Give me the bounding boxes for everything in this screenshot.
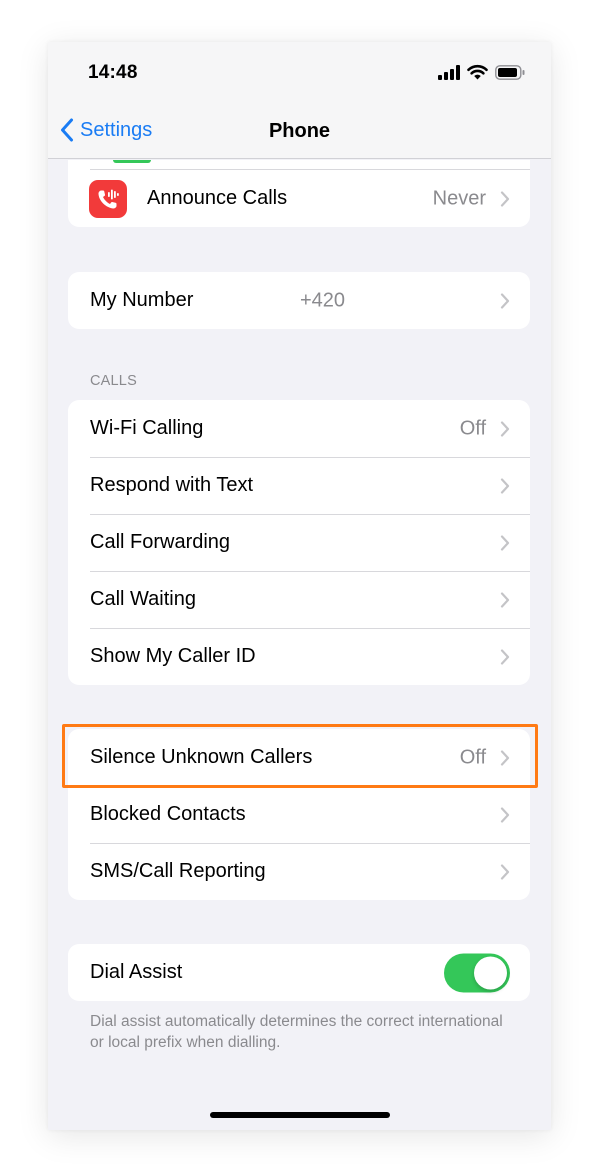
my-number-group: My Number +420 [68,272,530,329]
chevron-right-icon [500,534,510,551]
announce-calls-row[interactable]: Announce Calls Never [68,170,530,227]
calls-group: Wi-Fi Calling Off Respond with Text Call… [68,400,530,685]
call-blocking-group: Silence Unknown Callers Off Blocked Cont… [68,729,530,900]
status-bar: 14:48 [48,42,551,107]
phone-screen: 14:48 Settings Phone Announce Calls Neve… [48,42,551,1130]
row-label: Show My Caller ID [90,645,256,667]
sms-call-reporting-row[interactable]: SMS/Call Reporting [68,843,530,900]
partial-app-icon [113,160,151,163]
chevron-right-icon [500,863,510,880]
row-divider [90,160,530,170]
chevron-right-icon [500,648,510,665]
dial-assist-footer: Dial assist automatically determines the… [90,1013,503,1051]
row-label: SMS/Call Reporting [90,860,266,882]
dial-assist-row: Dial Assist [68,944,530,1001]
status-icons [438,64,525,80]
row-label: Wi-Fi Calling [90,417,204,439]
row-value: Off [459,746,486,768]
call-waiting-row[interactable]: Call Waiting [68,571,530,628]
navigation-bar: Settings Phone [48,107,551,159]
silence-unknown-callers-row[interactable]: Silence Unknown Callers Off [68,729,530,786]
row-label: Call Waiting [90,588,196,610]
toggle-knob [474,956,507,989]
my-number-label: My Number [90,289,194,311]
announce-calls-value: Never [432,187,486,209]
call-forwarding-row[interactable]: Call Forwarding [68,514,530,571]
announce-calls-app-icon [89,179,127,218]
chevron-right-icon [500,420,510,437]
phone-wave-icon [98,189,119,208]
row-label: Blocked Contacts [90,803,246,825]
row-label: Silence Unknown Callers [90,746,313,768]
chevron-right-icon [500,477,510,494]
cellular-signal-icon [438,64,460,80]
calls-section-header: CALLS [90,373,137,389]
battery-icon [495,64,525,80]
row-label: Respond with Text [90,474,254,496]
dial-assist-group: Dial Assist [68,944,530,1001]
row-label: Call Forwarding [90,531,231,553]
announce-calls-label: Announce Calls [147,187,288,209]
chevron-right-icon [500,749,510,766]
top-settings-group: Announce Calls Never [68,160,530,227]
status-time: 14:48 [88,62,138,83]
dial-assist-label: Dial Assist [90,961,183,983]
page-title: Phone [268,120,331,142]
chevron-right-icon [500,292,510,309]
chevron-right-icon [500,806,510,823]
my-number-value: +420 [300,289,346,311]
wifi-calling-row[interactable]: Wi-Fi Calling Off [68,400,530,457]
chevron-right-icon [500,190,510,207]
my-number-row[interactable]: My Number +420 [68,272,530,329]
dial-assist-toggle[interactable] [444,953,510,992]
show-caller-id-row[interactable]: Show My Caller ID [68,628,530,685]
chevron-right-icon [500,591,510,608]
respond-with-text-row[interactable]: Respond with Text [68,457,530,514]
row-value: Off [459,417,486,439]
home-indicator[interactable] [210,1112,390,1118]
blocked-contacts-row[interactable]: Blocked Contacts [68,786,530,843]
wifi-icon [467,64,488,80]
